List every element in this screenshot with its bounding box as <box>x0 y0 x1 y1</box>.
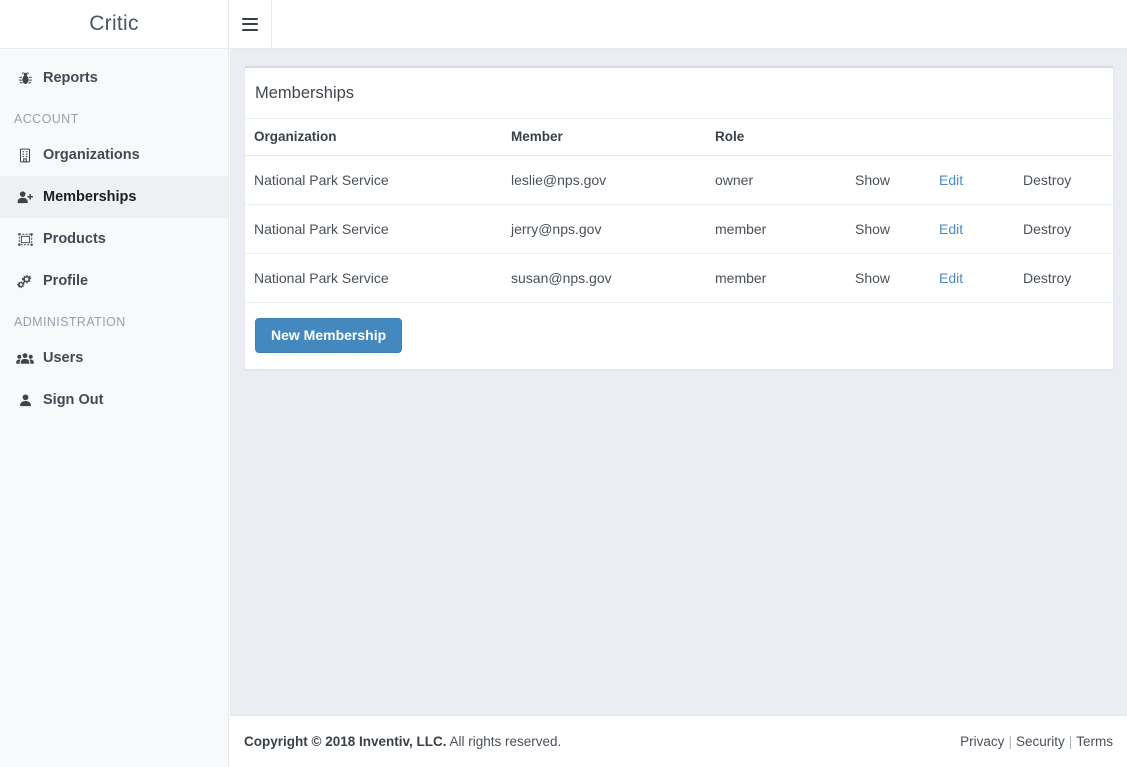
copyright-rest: All rights reserved. <box>446 734 562 749</box>
object-group-icon <box>14 232 36 247</box>
memberships-table: Organization Member Role National Park S… <box>245 119 1113 303</box>
sidebar-item-label: Profile <box>43 273 89 289</box>
column-header-edit <box>939 119 1023 156</box>
bug-icon <box>14 71 36 86</box>
cell-organization: National Park Service <box>245 155 511 205</box>
column-header-member: Member <box>511 119 715 156</box>
sidebar-item-label: Users <box>43 350 84 366</box>
cell-organization: National Park Service <box>245 204 511 254</box>
destroy-link[interactable]: Destroy <box>1023 172 1071 188</box>
card-footer: New Membership <box>245 303 1113 369</box>
table-header: Organization Member Role <box>245 119 1113 156</box>
hamburger-icon <box>242 17 258 31</box>
sidebar-item-reports[interactable]: Reports <box>0 57 228 99</box>
cell-member: leslie@nps.gov <box>511 155 715 205</box>
cell-role: owner <box>715 155 855 205</box>
sidebar-item-label: Memberships <box>43 189 137 205</box>
cell-role: member <box>715 253 855 303</box>
cell-member: susan@nps.gov <box>511 253 715 303</box>
sidebar-toggle-button[interactable] <box>229 0 272 48</box>
table-header-row: Organization Member Role <box>245 119 1113 156</box>
users-icon <box>14 351 36 366</box>
brand-cell: Critic <box>0 0 229 48</box>
footer-link-terms[interactable]: Terms <box>1076 734 1113 749</box>
footer-link-privacy[interactable]: Privacy <box>960 734 1004 749</box>
column-header-destroy <box>1023 119 1113 156</box>
footer-link-security[interactable]: Security <box>1016 734 1065 749</box>
show-link[interactable]: Show <box>855 221 890 237</box>
copyright-text: Copyright © 2018 Inventiv, LLC. All righ… <box>244 734 561 749</box>
edit-link[interactable]: Edit <box>939 270 963 286</box>
edit-link[interactable]: Edit <box>939 172 963 188</box>
table-body: National Park Service leslie@nps.gov own… <box>245 155 1113 303</box>
footer-links: Privacy | Security | Terms <box>960 734 1113 749</box>
sidebar: Reports ACCOUNT Organizations Membership… <box>0 49 229 767</box>
sidebar-item-label: Organizations <box>43 147 140 163</box>
table-row: National Park Service susan@nps.gov memb… <box>245 253 1113 303</box>
sidebar-item-users[interactable]: Users <box>0 337 228 379</box>
user-icon <box>14 393 36 408</box>
user-plus-icon <box>14 190 36 205</box>
sidebar-item-profile[interactable]: Profile <box>0 260 228 302</box>
sidebar-item-label: Reports <box>43 70 98 86</box>
sidebar-item-products[interactable]: Products <box>0 218 228 260</box>
new-membership-button[interactable]: New Membership <box>255 318 403 353</box>
sidebar-item-sign-out[interactable]: Sign Out <box>0 379 228 421</box>
building-icon <box>14 148 36 163</box>
cell-organization: National Park Service <box>245 253 511 303</box>
cell-role: member <box>715 204 855 254</box>
table-row: National Park Service leslie@nps.gov own… <box>245 155 1113 205</box>
sidebar-item-label: Sign Out <box>43 392 104 408</box>
destroy-link[interactable]: Destroy <box>1023 270 1071 286</box>
destroy-link[interactable]: Destroy <box>1023 221 1071 237</box>
page-footer: Copyright © 2018 Inventiv, LLC. All righ… <box>230 715 1127 767</box>
top-bar-spacer <box>272 0 1127 48</box>
main-content: Memberships Organization Member Role Nat… <box>230 49 1127 767</box>
footer-separator: | <box>1068 734 1073 749</box>
cell-member: jerry@nps.gov <box>511 204 715 254</box>
show-link[interactable]: Show <box>855 270 890 286</box>
sidebar-item-organizations[interactable]: Organizations <box>0 134 228 176</box>
sidebar-item-label: Products <box>43 231 106 247</box>
column-header-role: Role <box>715 119 855 156</box>
sidebar-item-memberships[interactable]: Memberships <box>0 176 228 218</box>
memberships-card: Memberships Organization Member Role Nat… <box>244 66 1114 370</box>
copyright-bold: Copyright © 2018 Inventiv, LLC. <box>244 734 447 749</box>
card-title: Memberships <box>245 68 1113 119</box>
table-row: National Park Service jerry@nps.gov memb… <box>245 204 1113 254</box>
edit-link[interactable]: Edit <box>939 221 963 237</box>
footer-separator: | <box>1008 734 1012 749</box>
sidebar-section-account: ACCOUNT <box>14 112 79 126</box>
column-header-show <box>855 119 939 156</box>
column-header-organization: Organization <box>245 119 511 156</box>
brand-logo[interactable]: Critic <box>89 12 139 36</box>
cogs-icon <box>14 274 36 289</box>
top-bar: Critic <box>0 0 1127 49</box>
show-link[interactable]: Show <box>855 172 890 188</box>
sidebar-section-administration: ADMINISTRATION <box>14 315 126 329</box>
